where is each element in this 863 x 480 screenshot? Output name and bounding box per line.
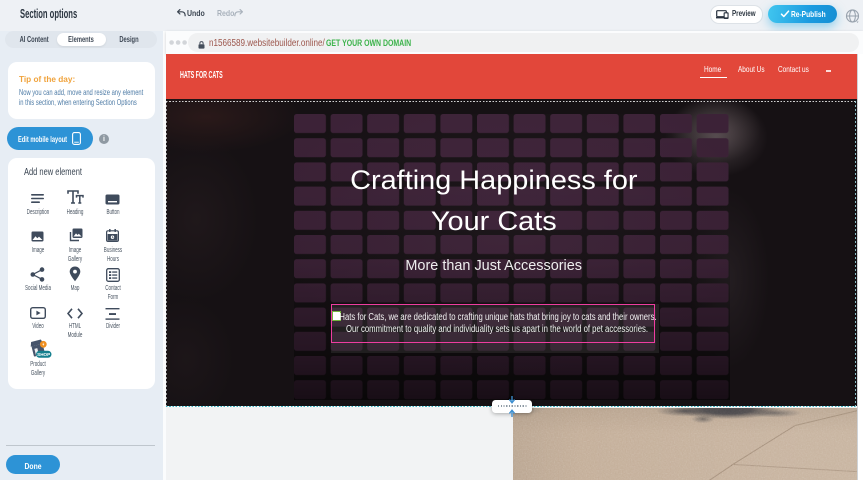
svg-text:SHOP: SHOP [37,352,50,357]
